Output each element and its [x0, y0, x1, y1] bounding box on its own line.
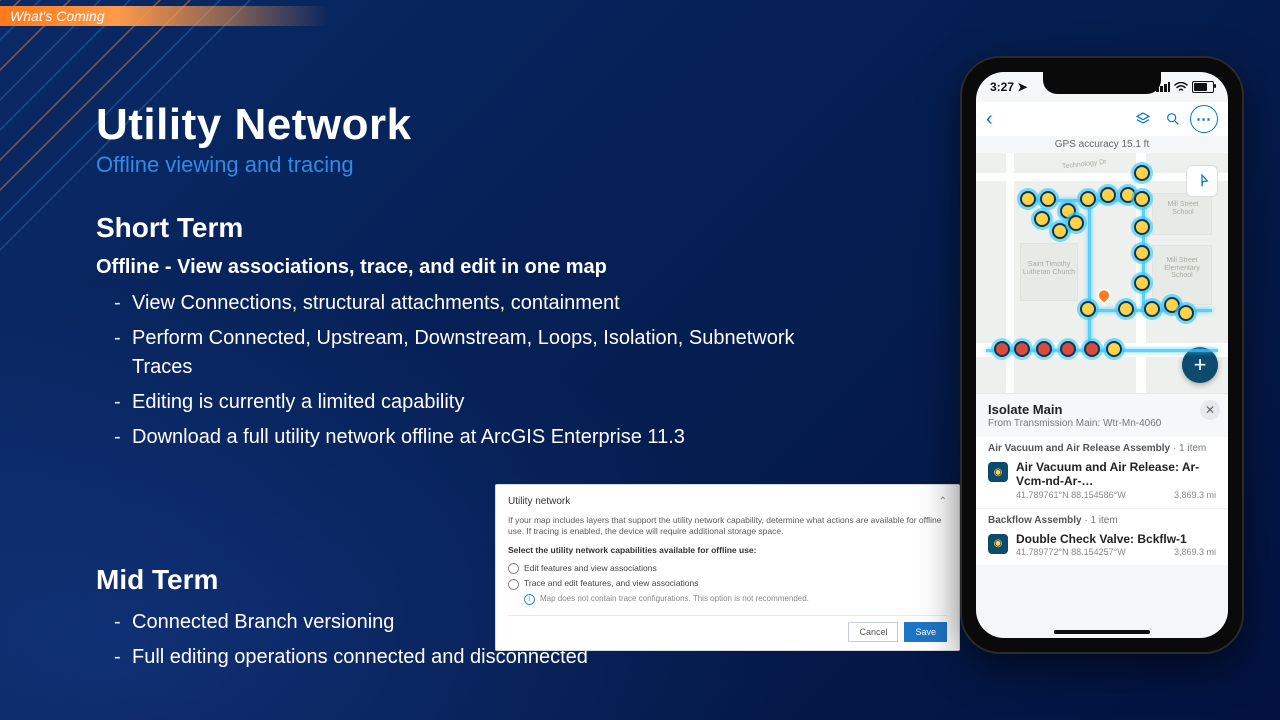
- radio-option-trace[interactable]: Trace and edit features, and view associ…: [508, 578, 947, 589]
- list-item: Perform Connected, Upstream, Downstream,…: [132, 324, 812, 382]
- radio-label: Edit features and view associations: [524, 563, 657, 574]
- slide-root: What's Coming Utility Network Offline vi…: [0, 0, 1280, 720]
- dialog-info: i Map does not contain trace configurati…: [524, 594, 947, 605]
- battery-icon: [1192, 81, 1214, 93]
- list-item: Download a full utility network offline …: [132, 423, 812, 452]
- map-label-school1: Mill Street School: [1160, 201, 1206, 216]
- list-item: Editing is currently a limited capabilit…: [132, 388, 812, 417]
- phone-notch: [1043, 72, 1161, 94]
- phone-mockup: 3:27 ➤ ‹ ⋯ GPS: [960, 56, 1244, 654]
- feature-icon: ◉: [988, 462, 1008, 482]
- layers-icon[interactable]: [1130, 106, 1156, 132]
- map-label-church: Saint Timothy Lutheran Church: [1022, 261, 1076, 276]
- back-button[interactable]: ‹: [986, 108, 993, 131]
- item-coords: 41.789761°N 88.154586°W: [1016, 490, 1126, 500]
- phone-screen: 3:27 ➤ ‹ ⋯ GPS: [976, 72, 1228, 638]
- utility-network-dialog: Utility network ⌃ If your map includes l…: [495, 484, 960, 651]
- panel-title: Isolate Main: [988, 402, 1216, 417]
- short-term-bullets: View Connections, structural attachments…: [96, 289, 812, 452]
- info-text: Map does not contain trace configuration…: [540, 594, 809, 605]
- radio-option-edit[interactable]: Edit features and view associations: [508, 563, 947, 574]
- item-title: Double Check Valve: Bckflw-1: [1016, 532, 1216, 546]
- results-panel: Isolate Main From Transmission Main: Wtr…: [976, 393, 1228, 565]
- radio-icon: [508, 579, 519, 590]
- group-header-air: Air Vacuum and Air Release Assembly · 1 …: [976, 437, 1228, 456]
- feature-icon: ◉: [988, 534, 1008, 554]
- add-button[interactable]: +: [1182, 347, 1218, 383]
- group-header-backflow: Backflow Assembly · 1 item: [976, 509, 1228, 528]
- info-icon: i: [524, 594, 535, 605]
- corner-banner: What's Coming: [0, 6, 330, 26]
- result-item-air[interactable]: ◉ Air Vacuum and Air Release: Ar-Vcm-nd-…: [976, 456, 1228, 509]
- radio-label: Trace and edit features, and view associ…: [524, 578, 699, 589]
- item-distance: 3,869.3 mi: [1174, 547, 1216, 557]
- gps-accuracy-banner: GPS accuracy 15.1 ft: [976, 136, 1228, 153]
- map-label-school2: Mill Street Elementary School: [1156, 257, 1208, 280]
- locate-button[interactable]: [1186, 165, 1218, 197]
- result-item-backflow[interactable]: ◉ Double Check Valve: Bckflw-1 41.789772…: [976, 528, 1228, 565]
- home-indicator: [1054, 630, 1150, 634]
- search-icon[interactable]: [1160, 106, 1186, 132]
- app-nav-bar: ‹ ⋯: [976, 102, 1228, 136]
- item-distance: 3,869.3 mi: [1174, 490, 1216, 500]
- item-title: Air Vacuum and Air Release: Ar-Vcm-nd-Ar…: [1016, 460, 1216, 489]
- close-icon[interactable]: ✕: [1200, 400, 1220, 420]
- slide-title: Utility Network: [96, 100, 926, 150]
- map-label-street: Technology Dr: [1062, 159, 1107, 171]
- dialog-description: If your map includes layers that support…: [508, 515, 947, 538]
- item-coords: 41.789772°N 88.154257°W: [1016, 547, 1126, 557]
- cancel-button[interactable]: Cancel: [848, 622, 898, 642]
- panel-subtitle: From Transmission Main: Wtr-Mn-4060: [988, 418, 1216, 429]
- radio-icon: [508, 563, 519, 574]
- status-time: 3:27 ➤: [990, 80, 1027, 94]
- short-term-subheader: Offline - View associations, trace, and …: [96, 256, 926, 279]
- more-icon[interactable]: ⋯: [1190, 105, 1218, 133]
- map-view[interactable]: Saint Timothy Lutheran Church Mill Stree…: [976, 153, 1228, 393]
- location-pin-icon: [1094, 286, 1114, 306]
- dialog-title: Utility network: [508, 495, 570, 509]
- save-button[interactable]: Save: [904, 622, 947, 642]
- slide-subtitle: Offline viewing and tracing: [96, 152, 926, 178]
- collapse-icon[interactable]: ⌃: [939, 495, 947, 509]
- wifi-icon: [1174, 82, 1188, 92]
- dialog-select-label: Select the utility network capabilities …: [508, 545, 947, 556]
- short-term-header: Short Term: [96, 212, 926, 244]
- panel-header: Isolate Main From Transmission Main: Wtr…: [976, 393, 1228, 437]
- list-item: View Connections, structural attachments…: [132, 289, 812, 318]
